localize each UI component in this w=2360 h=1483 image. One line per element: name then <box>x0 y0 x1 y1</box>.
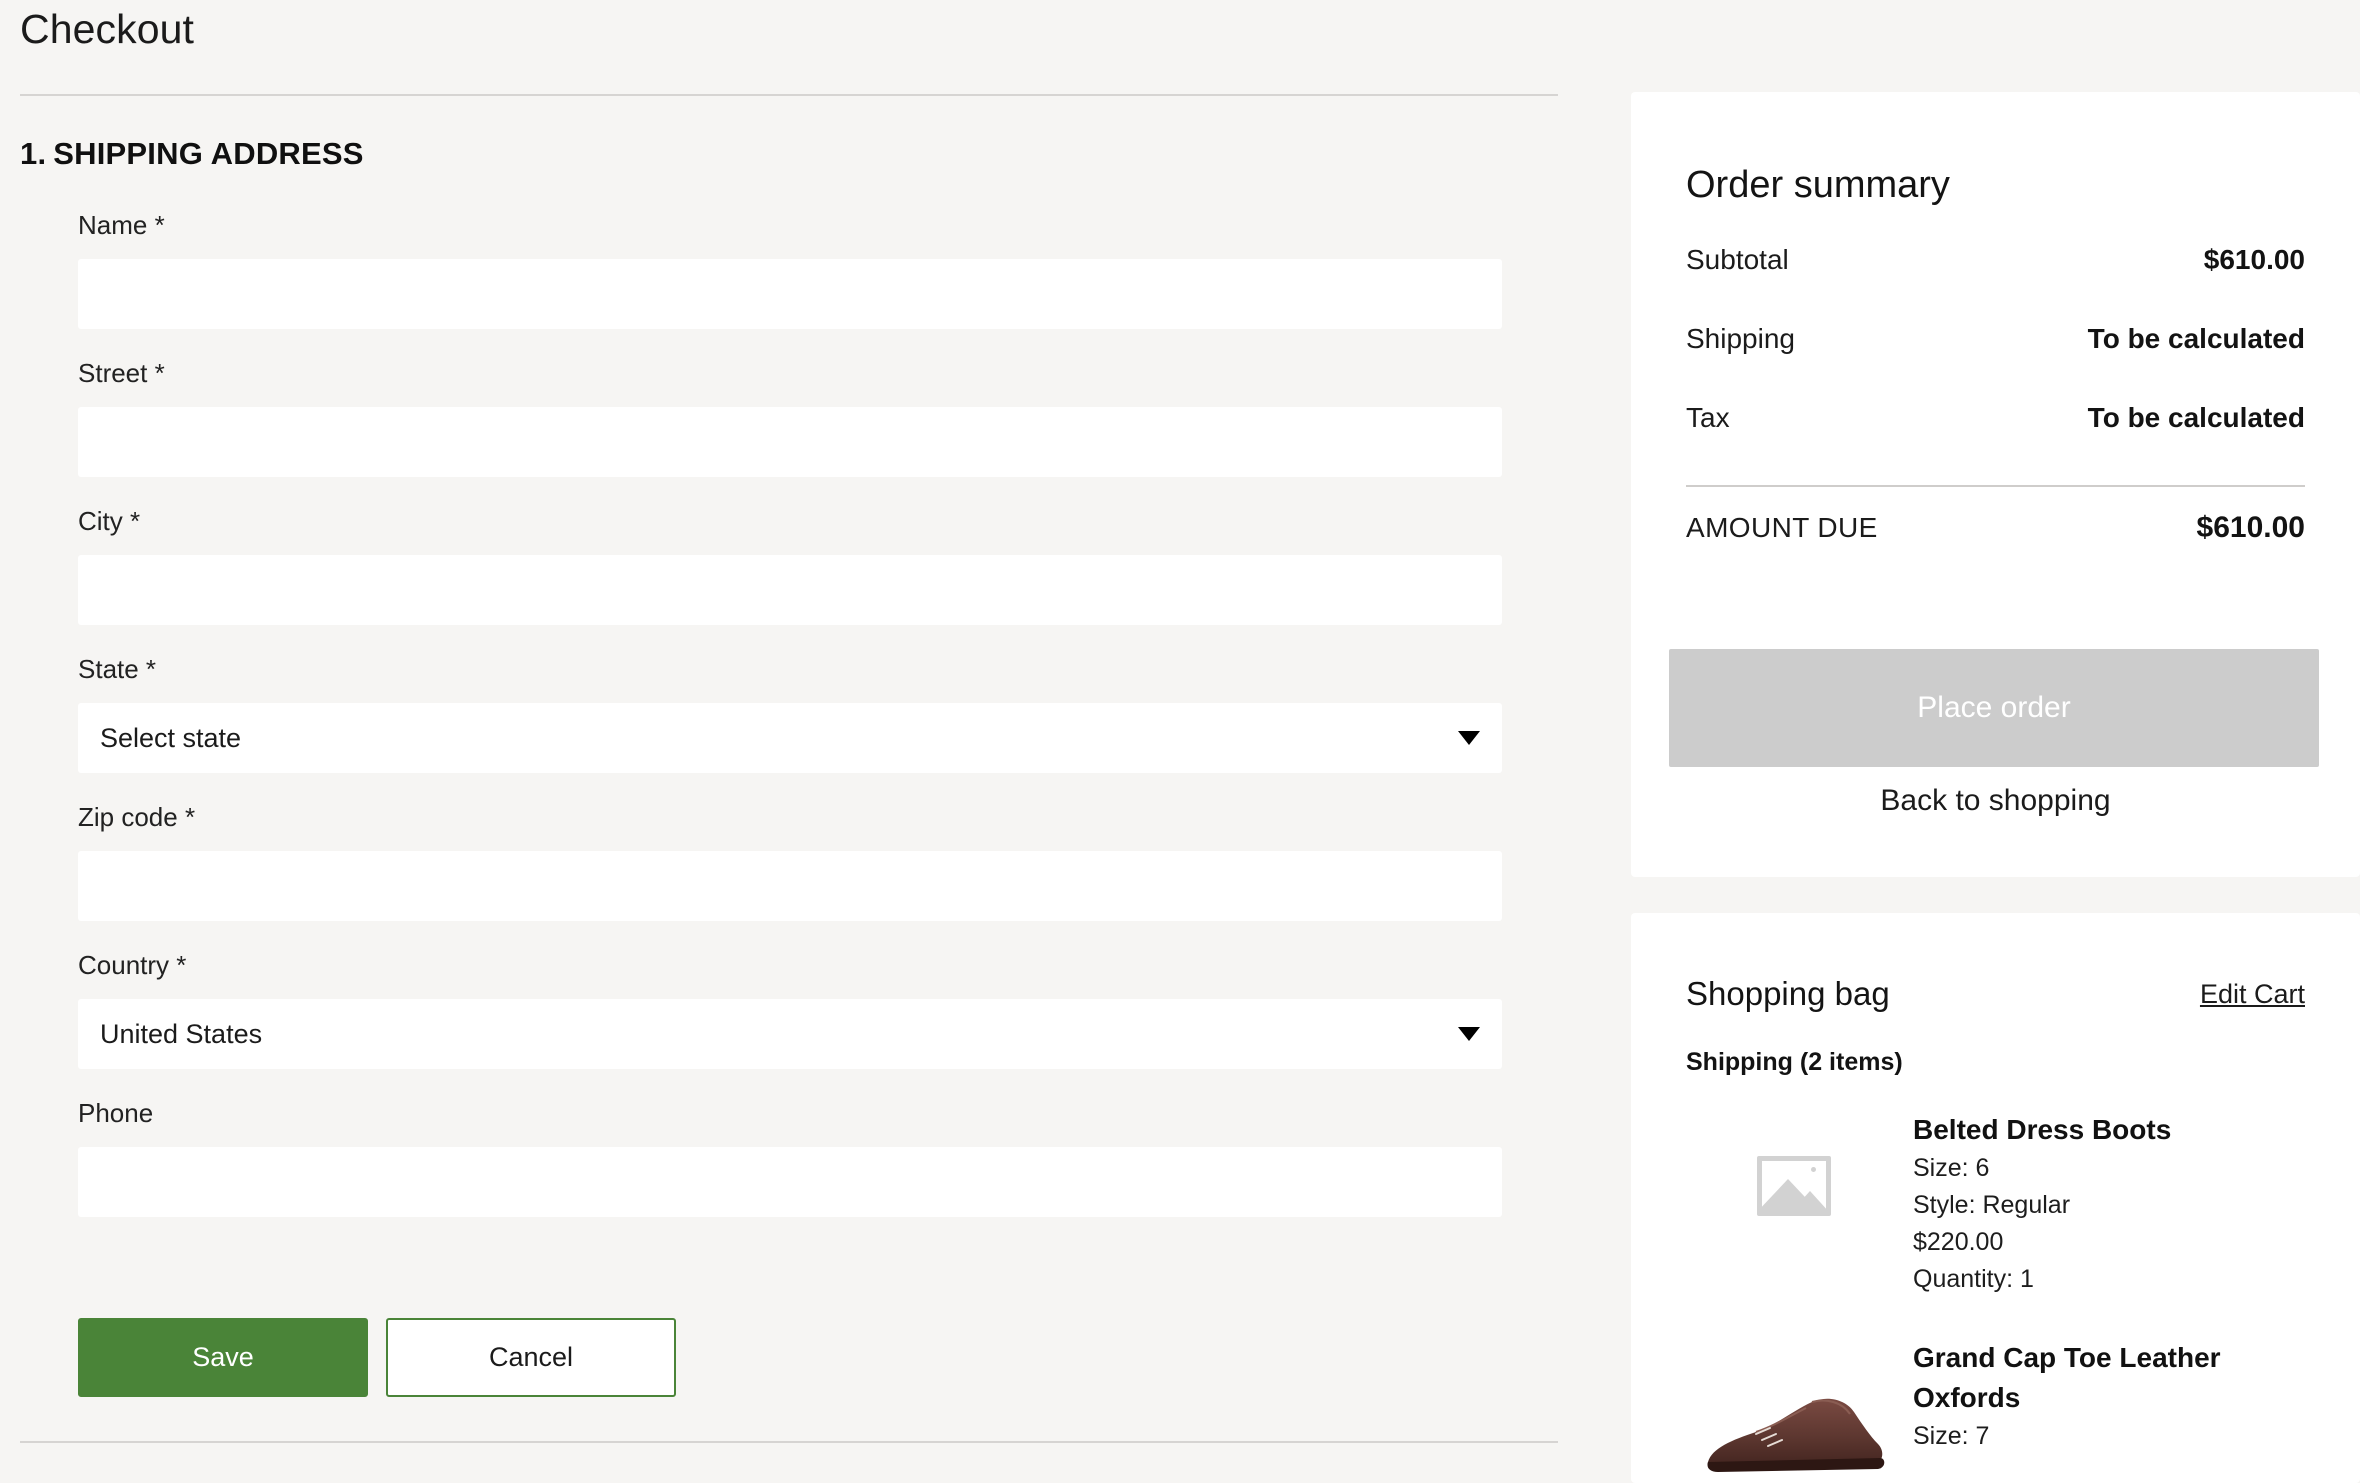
product-size: Size: 7 <box>1913 1422 1990 1450</box>
state-select-value: Select state <box>100 722 242 753</box>
field-street: Street * <box>78 356 1502 477</box>
shopping-bag-items: Belted Dress Boots Size: 6 Style: Regula… <box>1686 1108 2305 1483</box>
back-to-shopping-link[interactable]: Back to shopping <box>1631 784 2360 818</box>
header-divider <box>20 94 1558 96</box>
list-item: Belted Dress Boots Size: 6 Style: Regula… <box>1686 1108 2305 1298</box>
chevron-down-icon <box>1458 731 1480 745</box>
checkout-page: Checkout 1. SHIPPING ADDRESS Name * Stree… <box>0 0 2360 1483</box>
summary-value-tax: To be calculated <box>2087 402 2305 433</box>
label-phone: Phone <box>78 1098 154 1128</box>
product-size: Size: 6 <box>1913 1154 1990 1182</box>
summary-value-subtotal: $610.00 <box>2203 244 2305 275</box>
mountain-shape <box>1789 1190 1826 1211</box>
product-style: Style: Regular <box>1913 1191 2071 1219</box>
summary-value-amount-due: $610.00 <box>2196 511 2305 544</box>
shopping-bag-title: Shopping bag <box>1686 975 1890 1012</box>
shipping-items-count: Shipping (2 items) <box>1686 1048 1903 1076</box>
shopping-bag-panel: Shopping bag Edit Cart Shipping (2 items… <box>1631 913 2360 1483</box>
field-zip-code: Zip code * <box>78 800 1502 921</box>
country-select[interactable]: United States <box>78 999 1502 1069</box>
street-input[interactable] <box>78 407 1502 477</box>
label-street: Street * <box>78 358 165 388</box>
zip-code-input[interactable] <box>78 851 1502 921</box>
product-name: Grand Cap Toe Leather Oxfords <box>1913 1342 2221 1413</box>
brown-oxford-shoe-photo <box>1706 1398 1884 1472</box>
summary-value-shipping: To be calculated <box>2087 323 2305 354</box>
product-thumbnail <box>1686 1336 1901 1483</box>
field-name: Name * <box>78 208 1502 329</box>
sun-shape <box>1810 1166 1816 1172</box>
field-city: City * <box>78 504 1502 625</box>
summary-row-shipping: Shipping To be calculated <box>1686 323 2305 402</box>
state-select-wrapper: Select state <box>78 703 1502 773</box>
name-input[interactable] <box>78 259 1502 329</box>
order-summary-title: Order summary <box>1686 164 1950 206</box>
product-quantity: Quantity: 1 <box>1913 1265 2034 1293</box>
field-phone: Phone <box>78 1096 1502 1217</box>
product-info: Belted Dress Boots Size: 6 Style: Regula… <box>1901 1108 2171 1298</box>
label-zip-code: Zip code * <box>78 802 196 832</box>
order-summary-rows: Subtotal $610.00 Shipping To be calculat… <box>1686 244 2305 569</box>
summary-row-amount-due: AMOUNT DUE $610.00 <box>1686 487 2305 569</box>
page-title: Checkout <box>20 6 195 52</box>
label-state: State * <box>78 654 157 684</box>
summary-label-subtotal: Subtotal <box>1686 244 1789 275</box>
image-placeholder-icon <box>1756 1155 1831 1216</box>
country-select-wrapper: United States <box>78 999 1502 1069</box>
shipping-address-form: Name * Street * City * State * Select st… <box>78 208 1502 1217</box>
section-title: SHIPPING ADDRESS <box>53 136 364 171</box>
list-item: Grand Cap Toe Leather Oxfords Size: 7 <box>1686 1336 2305 1483</box>
checkout-main-column: Checkout 1. SHIPPING ADDRESS Name * Stree… <box>0 0 1600 1483</box>
summary-row-subtotal: Subtotal $610.00 <box>1686 244 2305 323</box>
product-price: $220.00 <box>1913 1228 2004 1256</box>
summary-label-amount-due: AMOUNT DUE <box>1686 512 1878 543</box>
label-name: Name * <box>78 210 165 240</box>
section-heading-shipping-address: 1. SHIPPING ADDRESS <box>20 136 364 172</box>
summary-label-shipping: Shipping <box>1686 323 1795 354</box>
place-order-button[interactable]: Place order <box>1669 649 2319 767</box>
edit-cart-link[interactable]: Edit Cart <box>2200 979 2305 1010</box>
phone-input[interactable] <box>78 1147 1502 1217</box>
label-country: Country * <box>78 950 187 980</box>
field-state: State * Select state <box>78 652 1502 773</box>
section-number: 1. <box>20 136 47 171</box>
label-city: City * <box>78 506 141 536</box>
section-bottom-divider <box>20 1441 1558 1443</box>
product-name: Belted Dress Boots <box>1913 1114 2172 1145</box>
summary-label-tax: Tax <box>1686 402 1730 433</box>
field-country: Country * United States <box>78 948 1502 1069</box>
order-summary-panel: Order summary Subtotal $610.00 Shipping … <box>1631 92 2360 877</box>
city-input[interactable] <box>78 555 1502 625</box>
product-thumbnail <box>1686 1108 1901 1263</box>
country-select-value: United States <box>100 1018 263 1049</box>
cancel-button[interactable]: Cancel <box>386 1318 676 1397</box>
save-button[interactable]: Save <box>78 1318 368 1397</box>
state-select[interactable]: Select state <box>78 703 1502 773</box>
chevron-down-icon <box>1458 1027 1480 1041</box>
form-actions: Save Cancel <box>78 1318 676 1397</box>
summary-row-tax: Tax To be calculated <box>1686 402 2305 481</box>
checkout-sidebar: Order summary Subtotal $610.00 Shipping … <box>1631 0 2360 1483</box>
product-info: Grand Cap Toe Leather Oxfords Size: 7 <box>1901 1336 2303 1455</box>
